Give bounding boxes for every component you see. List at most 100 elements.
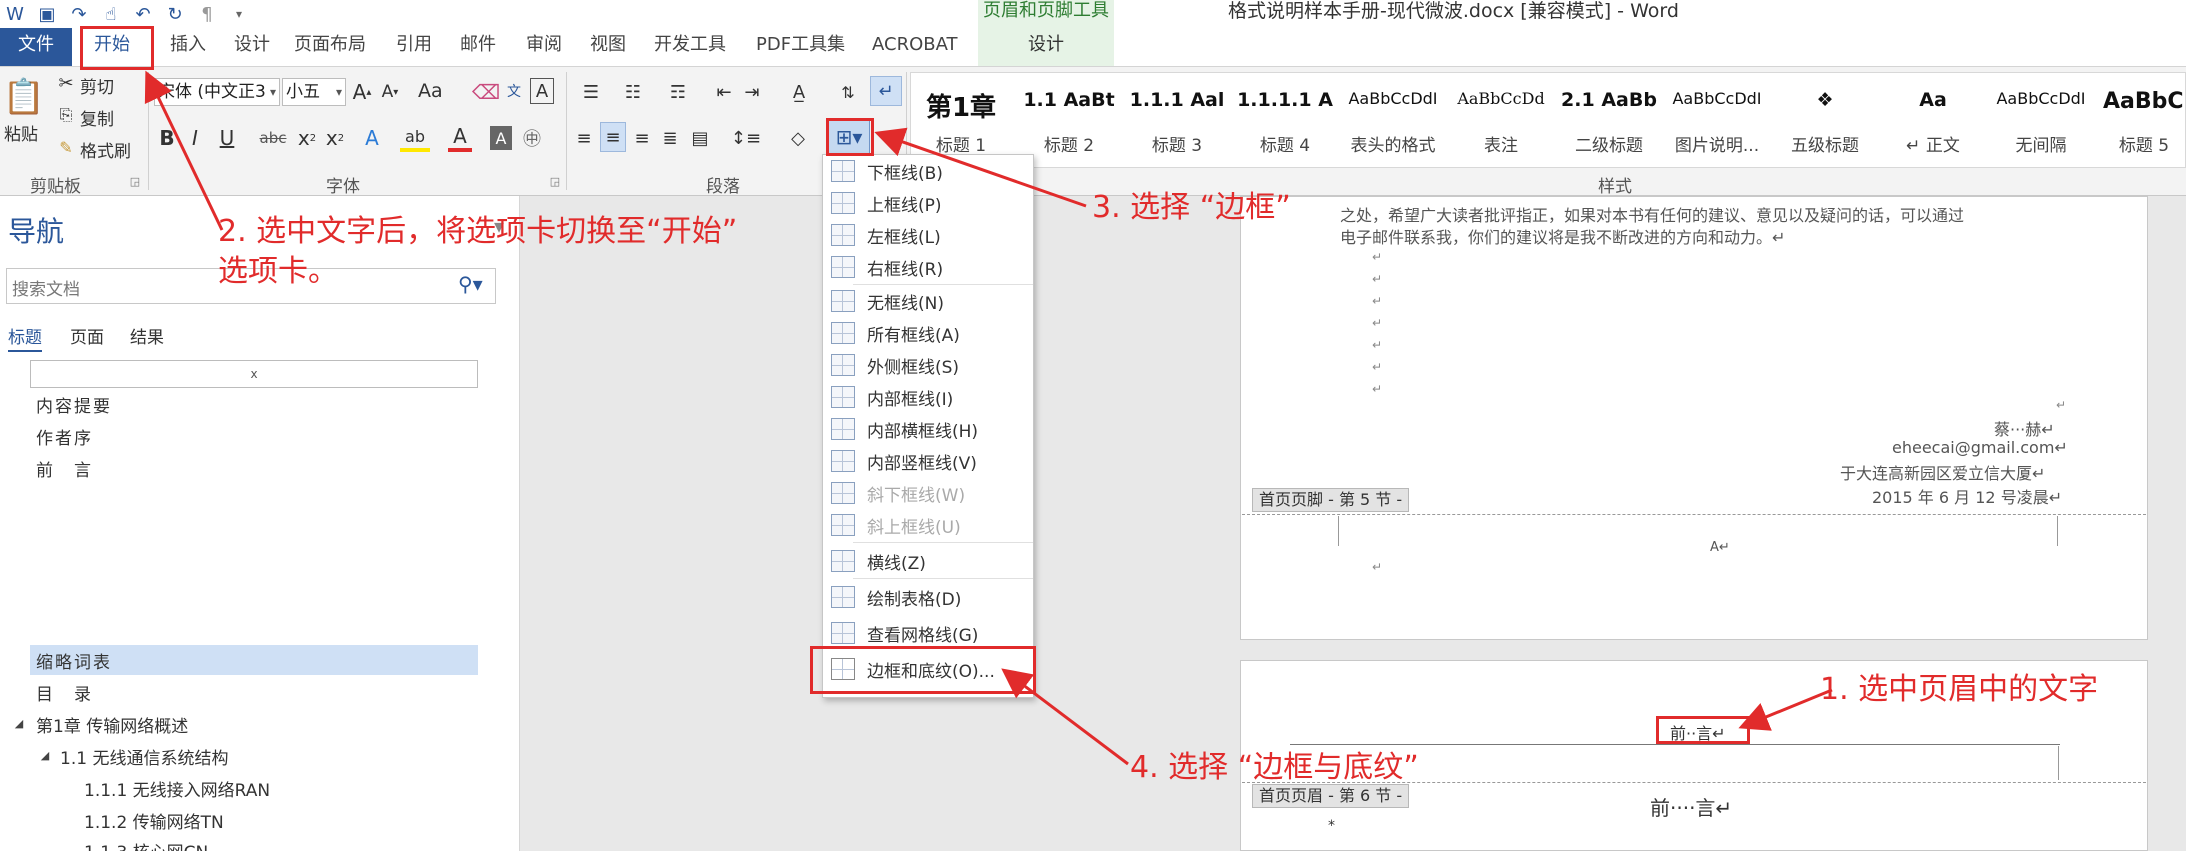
nav-item[interactable]: 缩略词表 bbox=[36, 648, 112, 673]
menu-item-all-borders[interactable]: 所有框线(A) bbox=[823, 317, 1033, 349]
paste-button[interactable]: 粘贴 bbox=[4, 120, 38, 145]
nav-tab-pages[interactable]: 页面 bbox=[70, 323, 104, 348]
save-icon[interactable]: ▣ bbox=[36, 3, 58, 25]
copy-icon[interactable]: ⎘ bbox=[56, 104, 76, 126]
grow-font-icon[interactable]: A ▴ bbox=[350, 78, 374, 106]
menu-item-outside-borders[interactable]: 外侧框线(S) bbox=[823, 349, 1033, 381]
tab-file[interactable]: 文件 bbox=[0, 28, 72, 66]
redo-icon[interactable]: ↷ bbox=[68, 3, 90, 25]
search-icon[interactable]: ⚲▾ bbox=[458, 272, 483, 296]
tab-design[interactable]: 设计 bbox=[224, 28, 280, 66]
nav-heading-blank[interactable]: ⅹ bbox=[30, 360, 478, 388]
line-spacing-icon[interactable]: ↕≡ bbox=[728, 124, 764, 152]
multilevel-list-icon[interactable]: ☶ bbox=[660, 78, 696, 106]
text-effects-icon[interactable]: A bbox=[360, 124, 384, 152]
nav-item[interactable]: 1.1.1 无线接入网络RAN bbox=[84, 776, 270, 801]
nav-tab-headings[interactable]: 标题 bbox=[8, 323, 42, 352]
font-name-combo[interactable]: 宋体 (中文正3 ▾ bbox=[154, 78, 280, 106]
distributed-icon[interactable]: ▤ bbox=[688, 124, 712, 152]
superscript-icon[interactable]: x2 bbox=[322, 124, 348, 152]
align-left-icon[interactable]: ≡ bbox=[572, 124, 596, 152]
menu-item-inside-borders[interactable]: 内部框线(I) bbox=[823, 381, 1033, 413]
style-table-header[interactable]: AaBbCcDdI 表头的格式 bbox=[1343, 73, 1443, 169]
menu-item-top-border[interactable]: 上框线(P) bbox=[823, 187, 1033, 219]
tab-mailings[interactable]: 邮件 bbox=[450, 28, 506, 66]
strikethrough-icon[interactable]: abc bbox=[256, 124, 290, 152]
collapse-icon[interactable]: ◢ bbox=[12, 714, 26, 732]
menu-item-inside-vertical[interactable]: 内部竖框线(V) bbox=[823, 445, 1033, 477]
align-right-icon[interactable]: ≡ bbox=[630, 124, 654, 152]
style-heading-5[interactable]: AaBbC 标题 5 bbox=[2099, 73, 2186, 169]
change-case-button[interactable]: Aa bbox=[418, 80, 443, 102]
tab-insert[interactable]: 插入 bbox=[160, 28, 216, 66]
tab-acrobat[interactable]: ACROBAT bbox=[862, 28, 968, 66]
style-fifth-level[interactable]: ❖ 五级标题 bbox=[1775, 73, 1875, 169]
clear-formatting-icon[interactable]: ⌫ bbox=[472, 78, 500, 106]
increase-indent-icon[interactable]: ⇥ bbox=[740, 78, 764, 106]
decrease-indent-icon[interactable]: ⇤ bbox=[712, 78, 736, 106]
character-border-icon[interactable]: A bbox=[530, 78, 554, 104]
tab-pdf-tools[interactable]: PDF工具集 bbox=[746, 28, 855, 66]
style-heading-3[interactable]: 1.1.1 Aal 标题 3 bbox=[1127, 73, 1227, 169]
tab-view[interactable]: 视图 bbox=[580, 28, 636, 66]
style-figure-caption[interactable]: AaBbCcDdI 图片说明... bbox=[1667, 73, 1767, 169]
menu-item-right-border[interactable]: 右框线(R) bbox=[823, 251, 1033, 283]
sort-icon[interactable]: ⇅ bbox=[836, 78, 860, 106]
paste-icon[interactable]: 📋 bbox=[3, 74, 45, 120]
collapse-icon[interactable]: ◢ bbox=[38, 746, 52, 764]
style-heading-2[interactable]: 1.1 AaBt 标题 2 bbox=[1019, 73, 1119, 169]
cut-icon[interactable]: ✂ bbox=[56, 72, 76, 94]
menu-item-horizontal-line[interactable]: 横线(Z) bbox=[823, 545, 1033, 577]
format-painter-icon[interactable]: ✎ bbox=[56, 136, 76, 158]
format-painter-button[interactable]: 格式刷 bbox=[80, 137, 131, 162]
style-no-spacing[interactable]: AaBbCcDdI 无间隔 bbox=[1991, 73, 2091, 169]
show-marks-icon[interactable]: ¶ bbox=[196, 3, 218, 25]
nav-item[interactable]: 作者序 bbox=[36, 424, 93, 449]
menu-item-inside-horizontal[interactable]: 内部横框线(H) bbox=[823, 413, 1033, 445]
bold-icon[interactable]: B bbox=[156, 124, 178, 152]
copy-button[interactable]: 复制 bbox=[80, 105, 114, 130]
undo-icon[interactable]: ↶ bbox=[132, 3, 154, 25]
phonetic-guide-icon[interactable]: 文 bbox=[502, 76, 526, 106]
align-center-icon[interactable]: ≡ bbox=[600, 122, 626, 152]
show-hide-marks-icon[interactable]: ↵ bbox=[870, 76, 902, 106]
menu-item-bottom-border[interactable]: 下框线(B) bbox=[823, 155, 1033, 187]
chinese-layout-icon[interactable]: A̲ bbox=[784, 78, 814, 106]
style-table-note[interactable]: AaBbCcDd 表注 bbox=[1451, 73, 1551, 169]
subscript-icon[interactable]: x2 bbox=[294, 124, 320, 152]
style-second-level[interactable]: 2.1 AaBb 二级标题 bbox=[1559, 73, 1659, 169]
enclose-characters-icon[interactable]: ㊥ bbox=[520, 124, 544, 152]
nav-item[interactable]: 1.1.2 传输网络TN bbox=[84, 808, 224, 833]
shrink-font-icon[interactable]: A ▾ bbox=[378, 78, 402, 106]
font-size-combo[interactable]: 小五 ▾ bbox=[282, 78, 346, 106]
tab-references[interactable]: 引用 bbox=[386, 28, 442, 66]
justify-icon[interactable]: ≣ bbox=[658, 124, 682, 152]
style-normal[interactable]: Aa ↵ 正文 bbox=[1883, 73, 1983, 169]
font-launcher-icon[interactable]: ◲ bbox=[548, 174, 562, 188]
style-heading-4[interactable]: 1.1.1.1 A 标题 4 bbox=[1235, 73, 1335, 169]
menu-item-no-border[interactable]: 无框线(N) bbox=[823, 285, 1033, 317]
character-shading-icon[interactable]: A bbox=[490, 126, 512, 150]
repeat-icon[interactable]: ↻ bbox=[164, 3, 186, 25]
clipboard-launcher-icon[interactable]: ◲ bbox=[128, 174, 142, 188]
menu-item-view-gridlines[interactable]: 查看网格线(G) bbox=[823, 617, 1033, 649]
nav-tab-results[interactable]: 结果 bbox=[130, 323, 164, 348]
menu-item-draw-table[interactable]: 绘制表格(D) bbox=[823, 581, 1033, 613]
italic-icon[interactable]: I bbox=[184, 124, 206, 152]
highlight-color-icon[interactable]: ab bbox=[400, 124, 430, 152]
numbering-icon[interactable]: ☷ bbox=[616, 78, 650, 106]
touch-mode-icon[interactable]: ☝ bbox=[100, 3, 122, 25]
cut-button[interactable]: 剪切 bbox=[80, 73, 114, 98]
nav-item[interactable]: 目 录 bbox=[36, 680, 93, 705]
underline-icon[interactable]: U bbox=[212, 124, 242, 152]
customize-qat-icon[interactable]: ▾ bbox=[228, 3, 250, 25]
nav-item[interactable]: 1.1 无线通信系统结构 bbox=[60, 744, 228, 769]
menu-item-left-border[interactable]: 左框线(L) bbox=[823, 219, 1033, 251]
shading-icon[interactable]: ◇ bbox=[782, 124, 814, 152]
font-color-icon[interactable]: A bbox=[448, 124, 472, 152]
tab-page-layout[interactable]: 页面布局 bbox=[284, 28, 376, 66]
nav-item[interactable]: 内容提要 bbox=[36, 392, 112, 417]
nav-item[interactable]: 前 言 bbox=[36, 456, 93, 481]
nav-item[interactable]: 第1章 传输网络概述 bbox=[36, 712, 188, 737]
bullets-icon[interactable]: ☰ bbox=[574, 78, 608, 106]
